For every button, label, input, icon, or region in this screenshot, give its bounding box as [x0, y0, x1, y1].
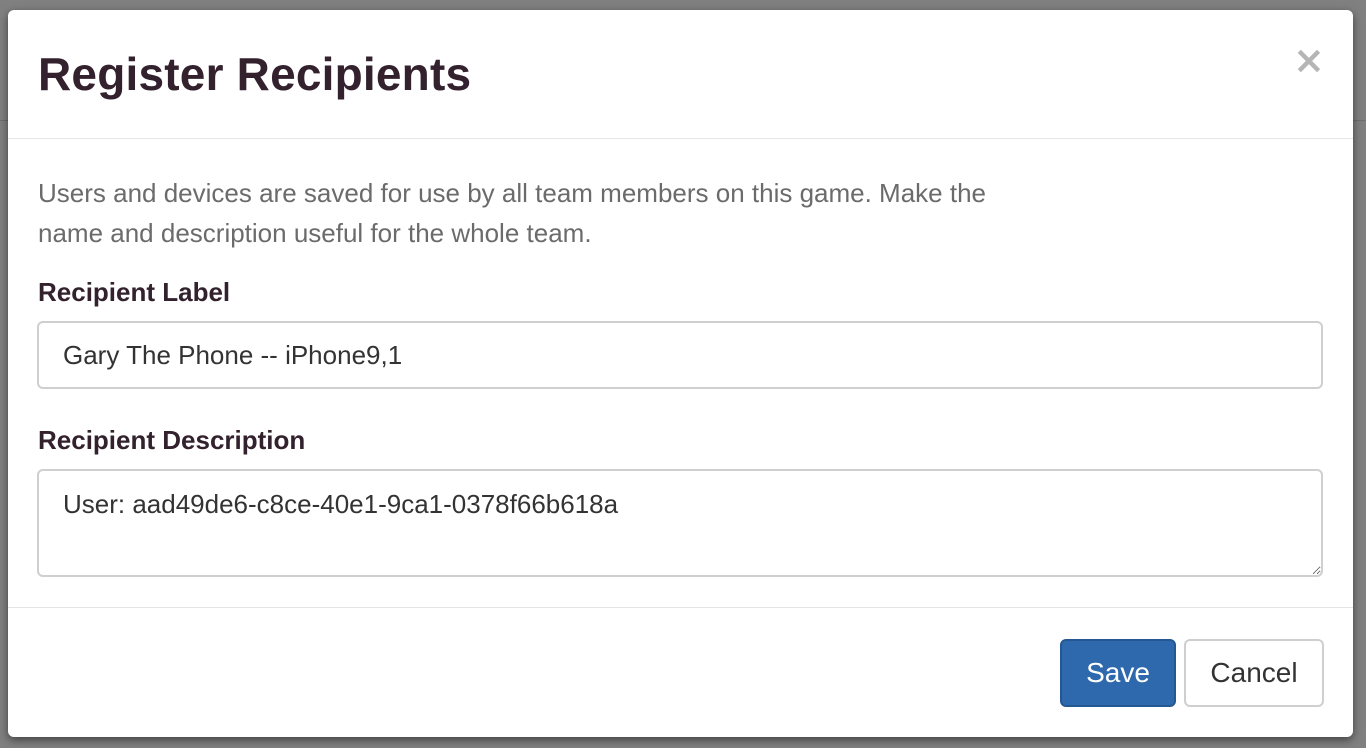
- recipient-label-input[interactable]: [37, 321, 1323, 389]
- recipient-label-label: Recipient Label: [38, 277, 231, 307]
- background-divider: [1352, 120, 1366, 121]
- close-icon[interactable]: ×: [1293, 41, 1325, 79]
- register-recipients-dialog: Register Recipients × Users and devices …: [8, 10, 1353, 737]
- modal-title: Register Recipients: [38, 48, 472, 100]
- help-text: Users and devices are saved for use by a…: [38, 178, 986, 248]
- background-divider: [0, 120, 8, 121]
- modal-footer: Save Cancel: [8, 607, 1353, 737]
- modal-header: Register Recipients ×: [8, 10, 1353, 139]
- modal-body: Users and devices are saved for use by a…: [8, 140, 1353, 607]
- save-button[interactable]: Save: [1060, 639, 1176, 707]
- recipient-description-textarea[interactable]: User: aad49de6-c8ce-40e1-9ca1-0378f66b61…: [37, 469, 1323, 577]
- recipient-description-label: Recipient Description: [38, 425, 306, 455]
- cancel-button[interactable]: Cancel: [1184, 639, 1324, 707]
